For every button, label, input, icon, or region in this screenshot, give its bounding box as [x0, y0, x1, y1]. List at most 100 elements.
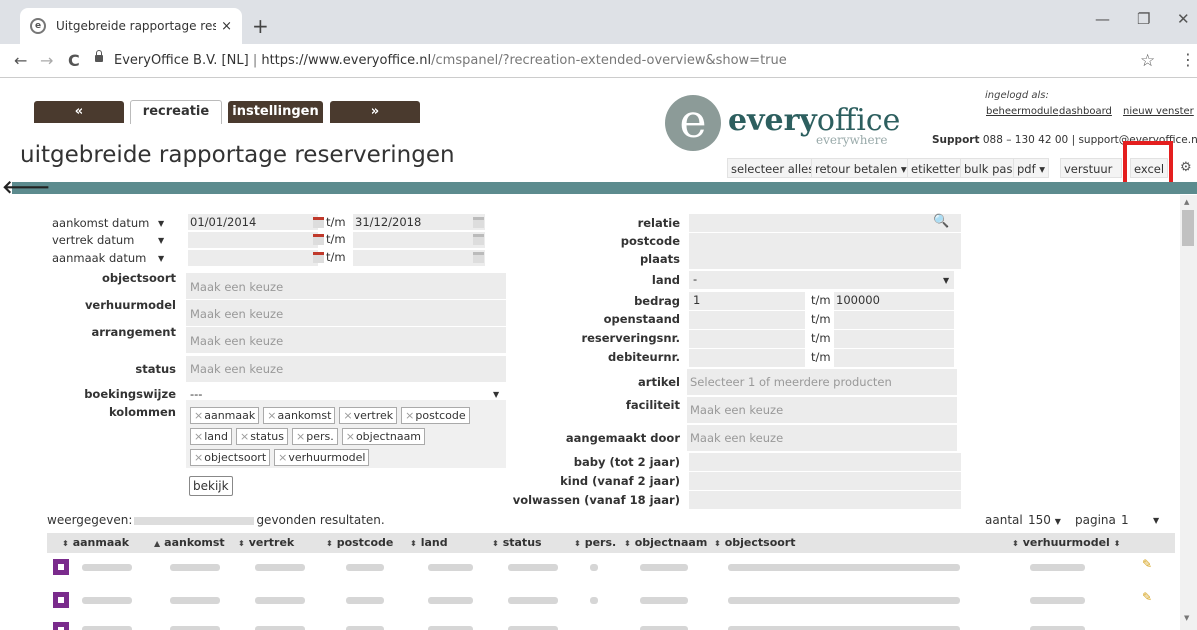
close-window-icon[interactable]: ✕	[1177, 10, 1190, 28]
volwassen-field[interactable]	[689, 491, 961, 509]
row-select-icon[interactable]	[53, 559, 69, 575]
col-aankomst[interactable]: ▲ aankomst	[154, 536, 225, 549]
boekingswijze-value[interactable]: ---	[190, 387, 202, 401]
col-objectsoort[interactable]: ⬍ objectsoort	[714, 536, 796, 549]
column-tag[interactable]: ×objectnaam	[341, 428, 426, 445]
bedrag-from-field[interactable]	[689, 292, 805, 310]
back-arrow-icon[interactable]: 🡐	[2, 177, 50, 198]
date-type-vertrek[interactable]: vertrek datum	[52, 233, 134, 247]
col-vertrek[interactable]: ⬍ vertrek	[238, 536, 294, 549]
col-pers[interactable]: ⬍ pers.	[574, 536, 616, 549]
column-tag[interactable]: ×verhuurmodel	[274, 449, 370, 466]
column-tag[interactable]: ×aankomst	[263, 407, 336, 424]
col-land[interactable]: ⬍ land	[410, 536, 448, 549]
link-beheermodule[interactable]: beheermodule	[986, 106, 1059, 117]
verstuur-button[interactable]: verstuur ▾	[1060, 158, 1122, 178]
tag-remove-icon[interactable]: ×	[346, 430, 355, 443]
openstaand-from-field[interactable]	[689, 311, 805, 329]
scrollbar[interactable]	[1180, 195, 1197, 630]
pdf-button[interactable]: pdf ▾	[1013, 158, 1050, 178]
debiteurnr-to-field[interactable]	[834, 349, 954, 367]
boekingswijze-dropdown-icon[interactable]: ▼	[493, 390, 499, 399]
new-tab-button[interactable]: +	[252, 14, 269, 38]
kind-field[interactable]	[689, 472, 961, 490]
edit-icon[interactable]: ✎	[1142, 557, 1152, 571]
browser-menu-icon[interactable]: ⋮	[1180, 50, 1196, 69]
date-type-dropdown-icon[interactable]: ▼	[158, 219, 164, 228]
tab-close-icon[interactable]: ×	[221, 19, 232, 34]
edit-icon[interactable]: ✎	[1142, 590, 1152, 604]
land-select[interactable]	[689, 271, 954, 289]
column-tag[interactable]: ×postcode	[401, 407, 470, 424]
aantal-select[interactable]: 150 ▼	[1028, 513, 1061, 527]
col-objectnaam[interactable]: ⬍ objectnaam	[624, 536, 707, 549]
date-type-dropdown-icon[interactable]: ▼	[158, 254, 164, 263]
pagina-select[interactable]: 1 ▼	[1121, 513, 1171, 527]
restore-icon[interactable]: ❐	[1137, 10, 1150, 28]
selecteer-alles-button[interactable]: selecteer alles	[727, 158, 819, 178]
column-tag[interactable]: ×aanmaak	[190, 407, 260, 424]
link-nieuw-venster[interactable]: nieuw venster	[1123, 106, 1194, 117]
plaats-field[interactable]	[689, 251, 961, 269]
tag-remove-icon[interactable]: ×	[194, 451, 203, 464]
column-tag[interactable]: ×land	[190, 428, 232, 445]
row-select-icon[interactable]	[53, 622, 69, 630]
calendar-icon[interactable]	[313, 252, 324, 263]
col-aanmaak[interactable]: ⬍ aanmaak	[62, 536, 129, 549]
debiteurnr-from-field[interactable]	[689, 349, 805, 367]
link-dashboard[interactable]: dashboard	[1059, 106, 1112, 117]
scroll-up-icon[interactable]: ▲	[1184, 198, 1189, 206]
openstaand-to-field[interactable]	[834, 311, 954, 329]
vertrek-from-field[interactable]	[188, 232, 318, 248]
tag-remove-icon[interactable]: ×	[278, 451, 287, 464]
calendar-icon[interactable]	[313, 234, 324, 245]
reload-icon[interactable]: C	[68, 51, 80, 70]
url-field[interactable]: EveryOffice B.V. [NL] | https://www.ever…	[114, 53, 787, 68]
tag-remove-icon[interactable]: ×	[296, 430, 305, 443]
aanmaak-to-field[interactable]	[353, 250, 485, 266]
retour-betalen-button[interactable]: retour betalen ▾	[811, 158, 911, 178]
reserveringsnr-from-field[interactable]	[689, 330, 805, 348]
col-postcode[interactable]: ⬍ postcode	[326, 536, 393, 549]
tag-remove-icon[interactable]: ×	[194, 430, 203, 443]
relatie-field[interactable]	[689, 214, 961, 232]
baby-field[interactable]	[689, 453, 961, 471]
tag-remove-icon[interactable]: ×	[194, 409, 203, 422]
row-select-icon[interactable]	[53, 592, 69, 608]
tab-next[interactable]: »	[330, 101, 420, 123]
column-tag[interactable]: ×status	[235, 428, 289, 445]
col-status[interactable]: ⬍ status	[492, 536, 542, 549]
date-type-aankomst[interactable]: aankomst datum	[52, 216, 149, 230]
column-tag[interactable]: ×objectsoort	[190, 449, 271, 466]
gear-icon[interactable]: ⚙	[1180, 160, 1192, 175]
column-tag[interactable]: ×pers.	[292, 428, 338, 445]
calendar-icon[interactable]	[473, 234, 484, 245]
calendar-icon[interactable]	[473, 252, 484, 263]
tag-remove-icon[interactable]: ×	[343, 409, 352, 422]
col-verhuurmodel[interactable]: ⬍ verhuurmodel ⬍	[1012, 536, 1124, 549]
tab-instellingen[interactable]: instellingen	[228, 101, 323, 123]
calendar-icon[interactable]	[313, 217, 324, 228]
vertrek-to-field[interactable]	[353, 232, 485, 248]
date-type-aanmaak[interactable]: aanmaak datum	[52, 251, 146, 265]
back-icon[interactable]: ←	[14, 51, 27, 70]
bulk-pas-button[interactable]: bulk pas	[960, 158, 1017, 178]
bookmark-star-icon[interactable]: ☆	[1140, 51, 1155, 71]
tab-recreatie[interactable]: recreatie	[130, 100, 222, 124]
scroll-down-icon[interactable]: ▼	[1184, 614, 1189, 622]
search-icon[interactable]: 🔍	[933, 214, 949, 229]
land-dropdown-icon[interactable]: ▼	[943, 276, 949, 285]
calendar-icon[interactable]	[473, 217, 484, 228]
tag-remove-icon[interactable]: ×	[405, 409, 414, 422]
browser-tab[interactable]: e Uitgebreide rapportage reserveri ×	[20, 8, 242, 44]
tag-remove-icon[interactable]: ×	[267, 409, 276, 422]
column-tag[interactable]: ×vertrek	[339, 407, 398, 424]
reserveringsnr-to-field[interactable]	[834, 330, 954, 348]
date-type-dropdown-icon[interactable]: ▼	[158, 236, 164, 245]
etiketten-button[interactable]: etiketten	[907, 158, 967, 178]
forward-icon[interactable]: →	[40, 51, 53, 70]
postcode-field[interactable]	[689, 233, 961, 251]
tag-remove-icon[interactable]: ×	[240, 430, 249, 443]
tab-prev[interactable]: «	[34, 101, 124, 123]
scrollbar-thumb[interactable]	[1182, 210, 1194, 246]
